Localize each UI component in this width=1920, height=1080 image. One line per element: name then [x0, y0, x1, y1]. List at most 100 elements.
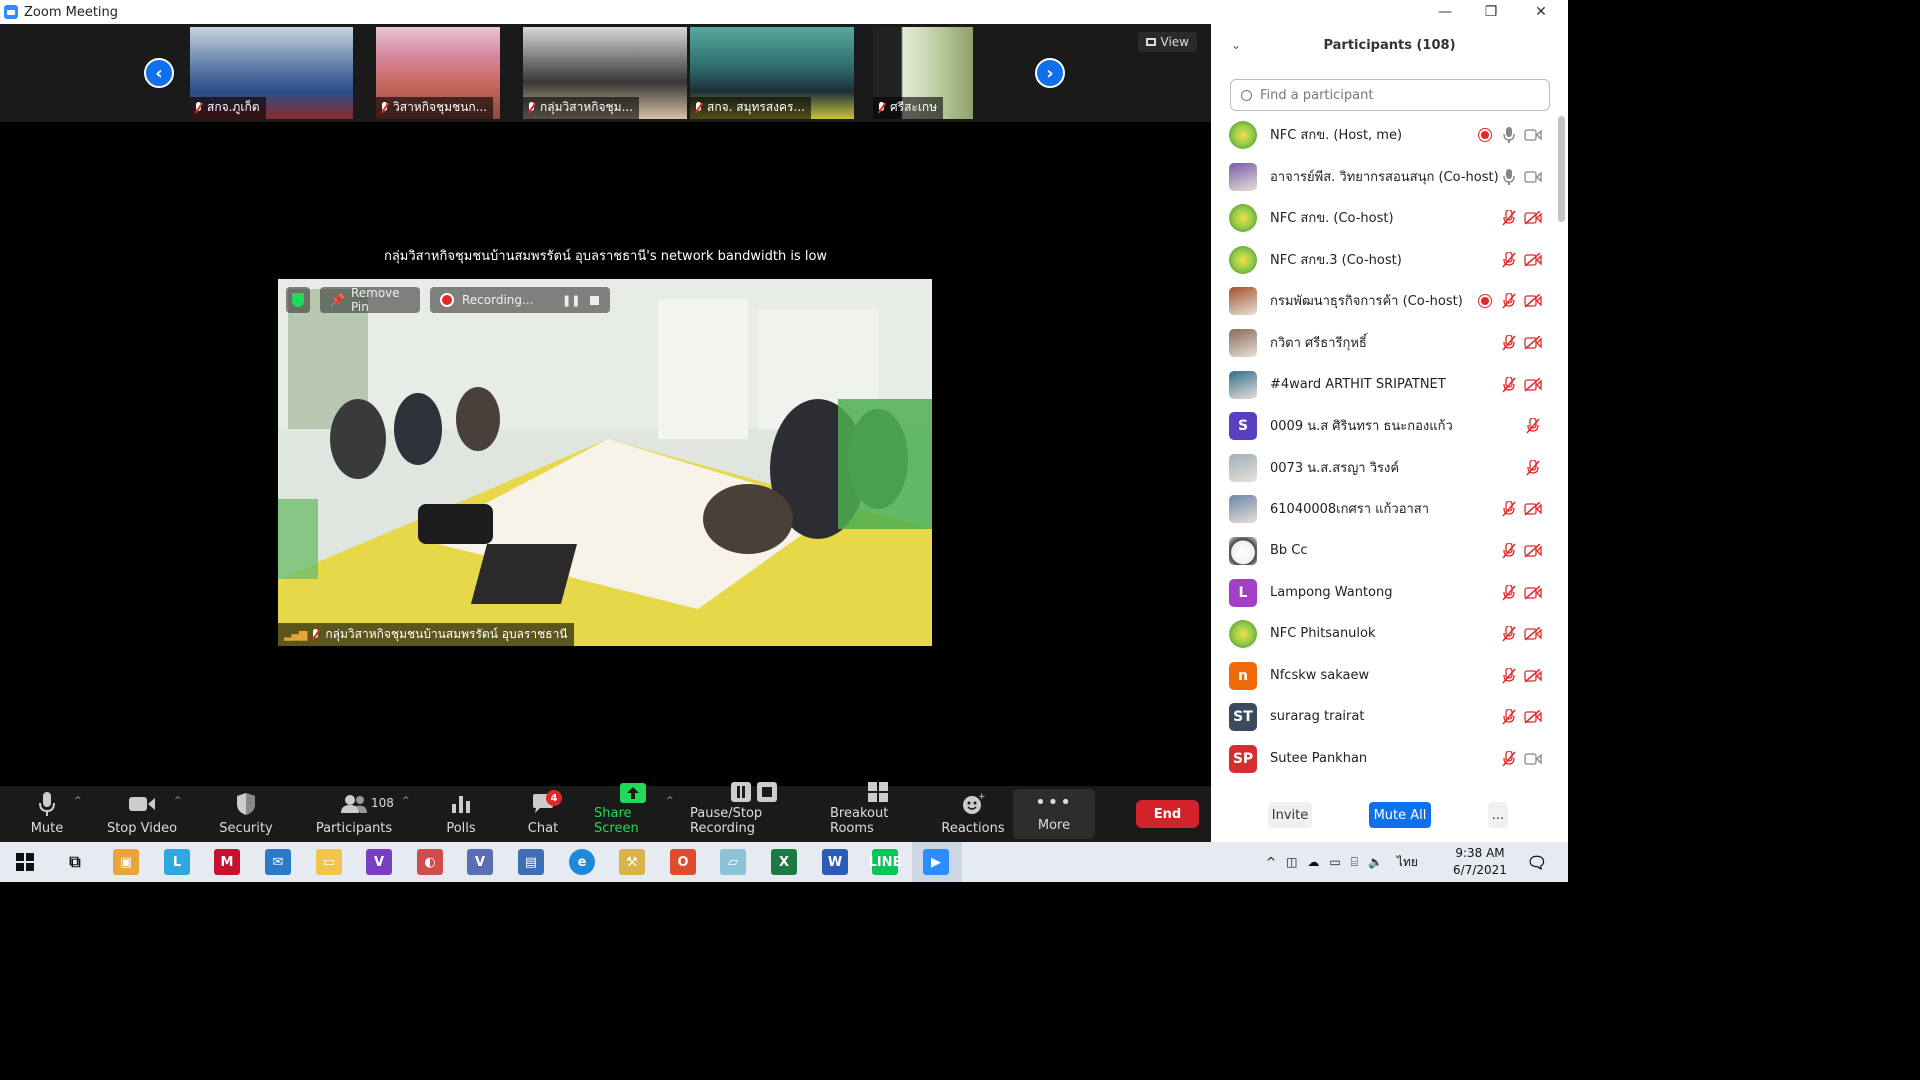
mic-muted-icon[interactable] — [1500, 708, 1518, 726]
mic-muted-icon[interactable] — [1524, 459, 1542, 477]
mute-all-button[interactable]: Mute All — [1369, 802, 1431, 828]
mcafee-icon[interactable]: M — [214, 849, 240, 875]
store-icon[interactable]: ▣ — [113, 849, 139, 875]
participant-row[interactable]: #4ward ARTHIT SRIPATNET — [1211, 364, 1551, 405]
participant-list-scrollbar[interactable] — [1558, 116, 1565, 222]
onedrive-cloud-icon[interactable]: ☁ — [1307, 855, 1319, 869]
participant-row[interactable]: NFC สกข. (Co-host) — [1211, 197, 1551, 238]
file-explorer-icon[interactable]: ▭ — [316, 849, 342, 875]
tools-app-icon[interactable]: ⚒ — [619, 849, 645, 875]
volume-icon[interactable]: 🔈 — [1368, 855, 1383, 869]
notes-app-icon[interactable]: ▱ — [720, 849, 746, 875]
video-off-icon[interactable] — [1524, 708, 1542, 726]
participant-row[interactable]: SP Sutee Pankhan — [1211, 738, 1551, 779]
video-off-icon[interactable] — [1524, 292, 1542, 310]
office-icon[interactable]: O — [670, 849, 696, 875]
pause-stop-recording-button[interactable]: Pause/Stop Recording — [690, 782, 818, 842]
participant-row[interactable]: S 0009 น.ส ศิรินทรา ธนะกองแก้ว — [1211, 405, 1551, 446]
video-off-icon[interactable] — [1524, 667, 1542, 685]
video-camera-icon[interactable] — [1524, 126, 1542, 144]
edge-browser-icon[interactable]: e — [569, 849, 595, 875]
invite-button[interactable]: Invite — [1268, 802, 1312, 828]
video-options-caret-icon[interactable]: ^ — [174, 796, 182, 806]
participants-options-caret-icon[interactable]: ^ — [402, 796, 410, 806]
line-app-icon[interactable]: LINE — [869, 849, 901, 875]
input-language[interactable]: ไทย — [1397, 853, 1418, 872]
word-icon[interactable]: W — [822, 849, 848, 875]
participant-row[interactable]: 0073 น.ส.สรญา วิรงค์ — [1211, 447, 1551, 488]
zoom-app-taskbar-icon[interactable]: ▶ — [923, 849, 949, 875]
restore-icon[interactable]: ❐ — [1468, 0, 1514, 24]
participant-row[interactable]: Bb Cc — [1211, 530, 1551, 571]
video-off-icon[interactable] — [1524, 584, 1542, 602]
stop-video-button[interactable]: Stop Video — [106, 786, 178, 842]
video-off-icon[interactable] — [1524, 625, 1542, 643]
clock[interactable]: 9:38 AM 6/7/2021 — [1448, 845, 1512, 879]
notifications-icon[interactable]: 🗨 — [1524, 849, 1550, 875]
video-camera-icon[interactable] — [1524, 750, 1542, 768]
network-icon[interactable]: ⌸ — [1351, 855, 1358, 870]
excel-icon[interactable]: X — [771, 849, 797, 875]
battery-icon[interactable]: ▭ — [1329, 855, 1340, 869]
video-thumbnail[interactable]: กลุ่มวิสาหกิจชุม... — [523, 27, 687, 119]
participant-row[interactable]: ST surarag trairat — [1211, 696, 1551, 737]
participant-row[interactable]: อาจารย์พีส. วิทยากรสอนสนุก (Co-host) — [1211, 156, 1551, 197]
reactions-button[interactable]: + Reactions — [941, 786, 1004, 842]
video-off-icon[interactable] — [1524, 376, 1542, 394]
pause-recording-icon[interactable]: ❚❚ — [562, 294, 580, 307]
video-off-icon[interactable] — [1524, 334, 1542, 352]
participant-search-input[interactable]: Find a participant — [1230, 79, 1550, 111]
video-thumbnail[interactable]: ศรีสะเกษ — [873, 27, 973, 119]
participant-row[interactable]: กรมพัฒนาธุรกิจการค้า (Co-host) — [1211, 280, 1551, 321]
mic-muted-icon[interactable] — [1500, 209, 1518, 227]
participant-row[interactable]: L Lampong Wantong — [1211, 572, 1551, 613]
mic-muted-icon[interactable] — [1500, 334, 1518, 352]
end-meeting-button[interactable]: End — [1136, 800, 1199, 828]
share-options-caret-icon[interactable]: ^ — [666, 796, 674, 806]
participant-row[interactable]: NFC สกข.3 (Co-host) — [1211, 239, 1551, 280]
mail-icon[interactable]: ✉ — [265, 849, 291, 875]
video-off-icon[interactable] — [1524, 542, 1542, 560]
close-icon[interactable]: ✕ — [1518, 0, 1564, 24]
mute-button[interactable]: Mute — [22, 786, 72, 842]
security-button[interactable]: Security — [218, 786, 274, 842]
video-camera-icon[interactable] — [1524, 168, 1542, 186]
next-page-button[interactable]: › — [1035, 58, 1065, 88]
mic-muted-icon[interactable] — [1500, 750, 1518, 768]
stop-recording-icon[interactable] — [590, 295, 599, 305]
mic-muted-icon[interactable] — [1500, 292, 1518, 310]
participant-row[interactable]: NFC Phitsanulok — [1211, 613, 1551, 654]
view-button[interactable]: View — [1137, 32, 1197, 52]
participant-row[interactable]: กวิตา ศรีธารีกุหธิ์ — [1211, 322, 1551, 363]
video-off-icon[interactable] — [1524, 500, 1542, 518]
microphone-icon[interactable] — [1500, 168, 1518, 186]
participant-row[interactable]: NFC สกข. (Host, me) — [1211, 114, 1551, 155]
polls-button[interactable]: Polls — [440, 786, 482, 842]
participants-button[interactable]: Participants — [316, 786, 392, 842]
visio-icon[interactable]: V — [467, 849, 493, 875]
more-button[interactable]: ••• More — [1013, 789, 1095, 839]
video-thumbnail[interactable]: วิสาหกิจชุมชนก... — [376, 27, 500, 119]
task-view-icon[interactable]: ⧉ — [62, 849, 88, 875]
previous-page-button[interactable]: ‹ — [144, 58, 174, 88]
visual-studio-icon[interactable]: V — [366, 849, 392, 875]
mic-muted-icon[interactable] — [1500, 251, 1518, 269]
tray-overflow-chevron-icon[interactable]: ^ — [1266, 855, 1276, 869]
video-off-icon[interactable] — [1524, 251, 1542, 269]
breakout-rooms-button[interactable]: Breakout Rooms — [830, 782, 926, 842]
remove-pin-button[interactable]: 📌 Remove Pin — [320, 286, 420, 314]
panel-more-button[interactable]: ... — [1488, 802, 1508, 828]
video-off-icon[interactable] — [1524, 209, 1542, 227]
mic-muted-icon[interactable] — [1524, 417, 1542, 435]
mic-muted-icon[interactable] — [1500, 625, 1518, 643]
video-thumbnail[interactable]: สกจ. สมุทรสงคร... — [690, 27, 854, 119]
main-video[interactable]: 📌 Remove Pin Recording... ❚❚ ▂▄▆ กลุ่มวิ… — [278, 279, 932, 646]
minimize-icon[interactable]: — — [1422, 0, 1468, 24]
video-thumbnail[interactable]: สกจ.ภูเก็ต — [190, 27, 353, 119]
paint-icon[interactable]: ◐ — [417, 849, 443, 875]
windows-start-icon[interactable] — [12, 849, 38, 875]
computer-app-icon[interactable]: ▤ — [518, 849, 544, 875]
tray-app-icon[interactable]: ◫ — [1286, 855, 1297, 869]
encryption-shield-icon[interactable] — [286, 287, 310, 313]
audio-options-caret-icon[interactable]: ^ — [74, 796, 82, 806]
